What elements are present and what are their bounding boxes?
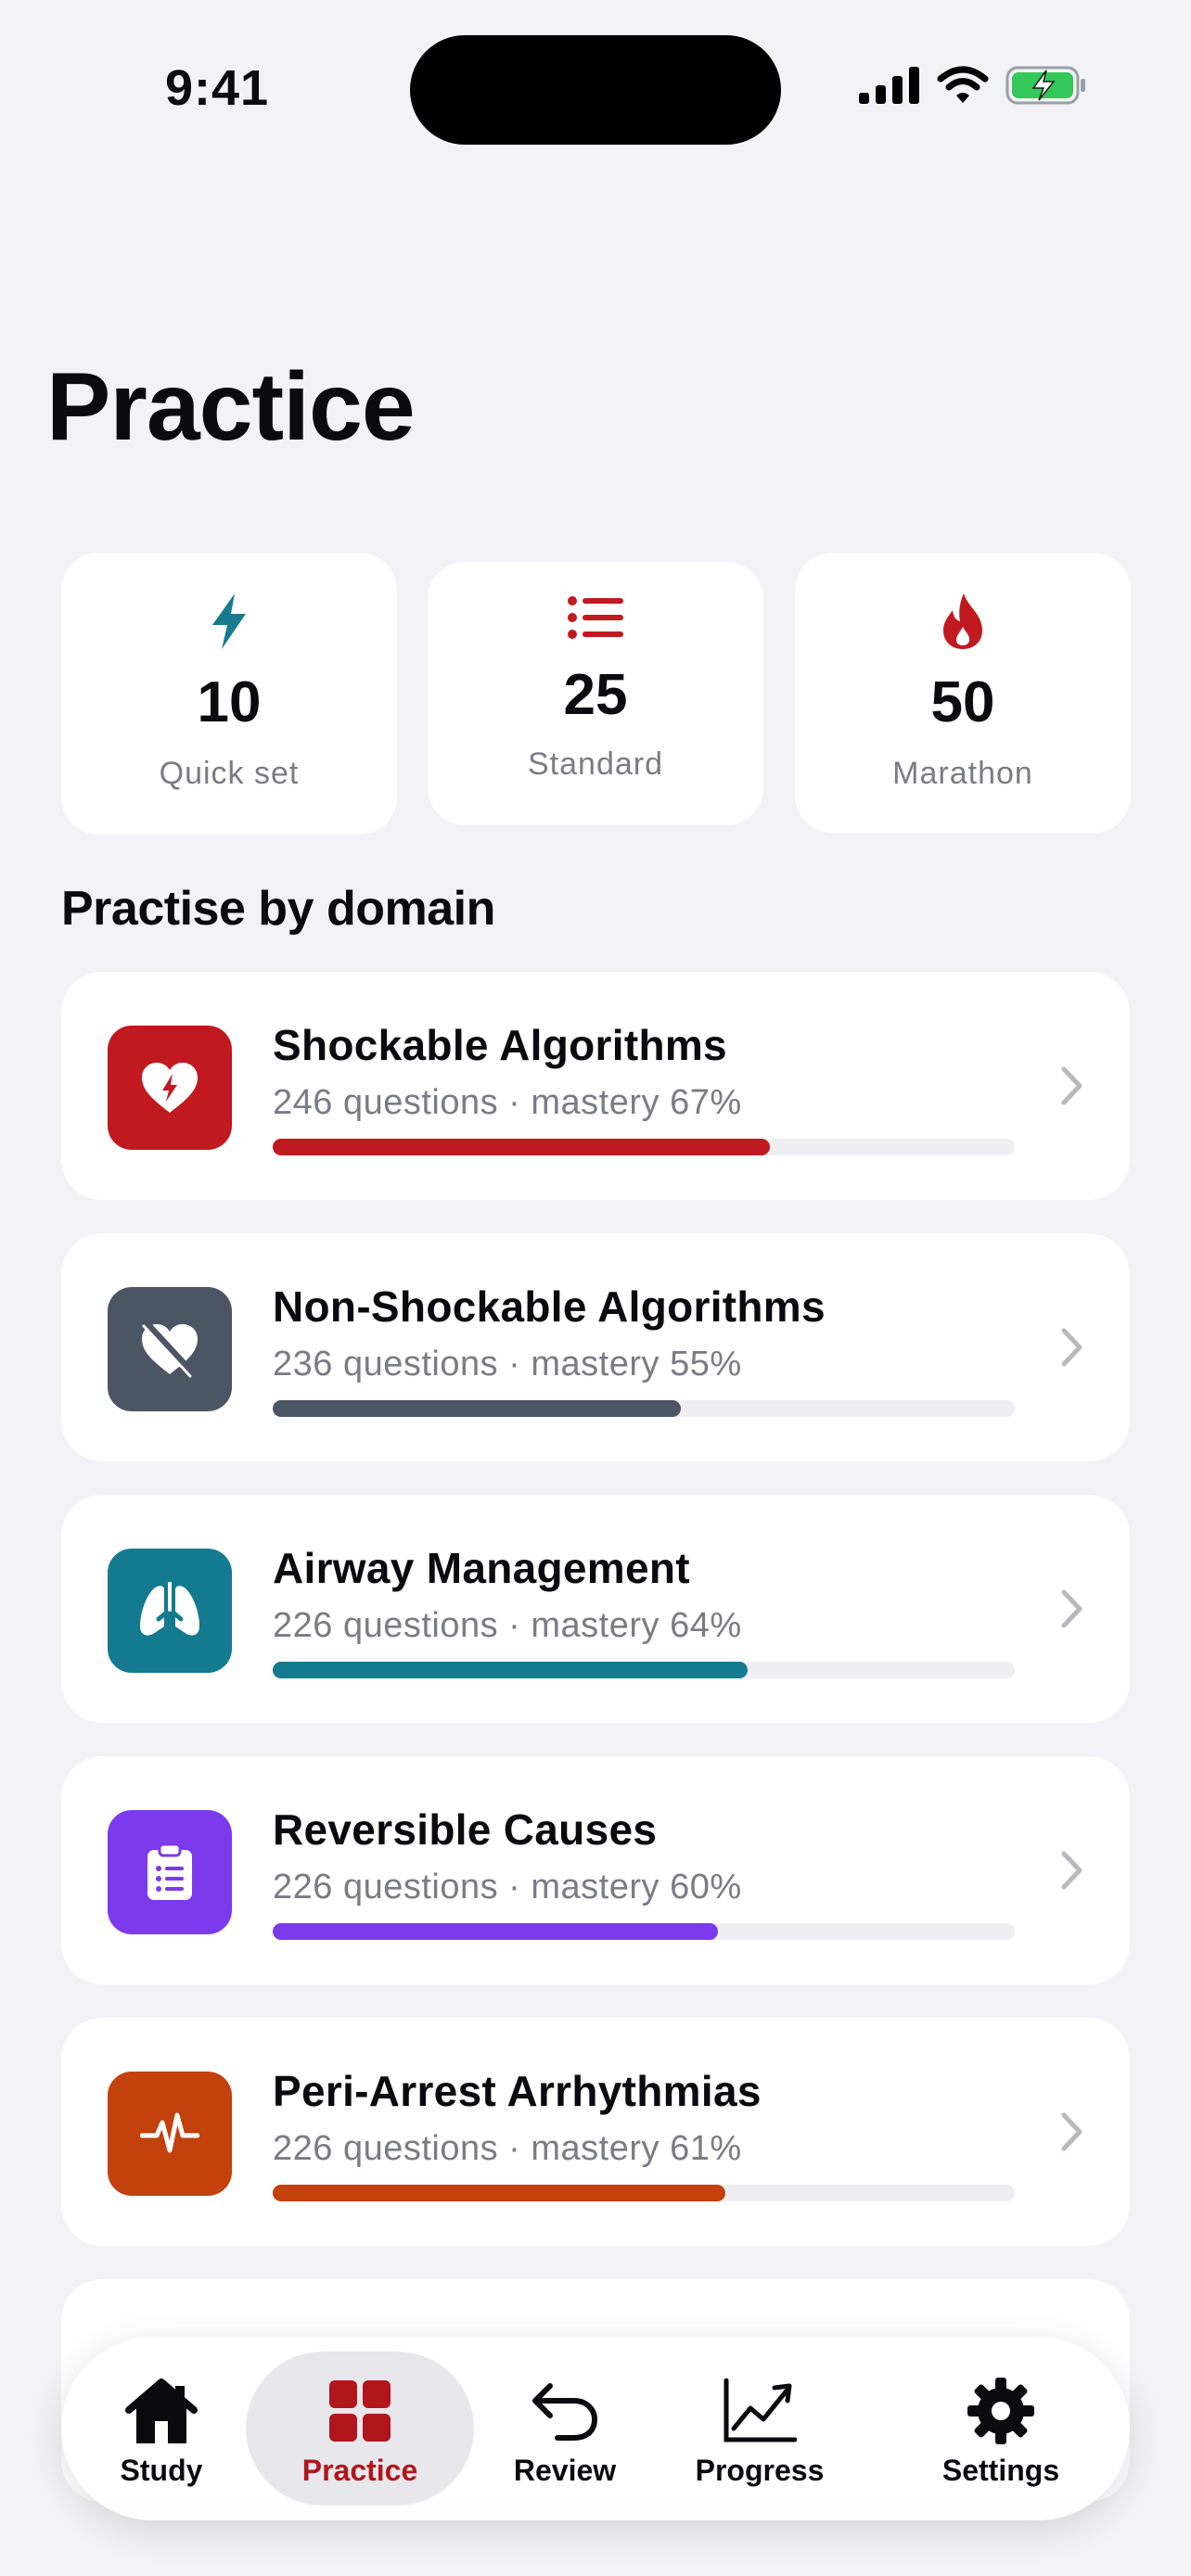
gear-icon [967, 2378, 1034, 2444]
pulse-icon [140, 2112, 199, 2153]
domain-name: Non-Shockable Algorithms [273, 1282, 826, 1331]
domain-icon-tile [108, 1287, 232, 1411]
standard-set-card[interactable]: 25 Standard [428, 562, 763, 825]
mastery-progress-fill [273, 2185, 725, 2201]
chevron-right-icon [1061, 1328, 1082, 1367]
marathon-set-card[interactable]: 50 Marathon [795, 553, 1131, 833]
quick-set-card[interactable]: 10 Quick set [61, 553, 397, 835]
dynamic-island [410, 35, 781, 145]
heart-slash-icon [142, 1320, 198, 1378]
domain-name: Airway Management [273, 1544, 690, 1592]
signal-icon [859, 67, 919, 104]
chevron-right-icon [1061, 1589, 1082, 1628]
domain-name: Reversible Causes [273, 1805, 658, 1854]
domain-card-non-shockable[interactable]: Non-Shockable Algorithms 236 questions ·… [61, 1233, 1130, 1461]
tab-label: Study [120, 2454, 203, 2487]
domain-icon-tile [108, 1549, 232, 1673]
list-icon [568, 596, 623, 639]
mastery-progress-track [273, 1400, 1015, 1417]
flame-icon [943, 593, 982, 649]
standard-set-label: Standard [528, 746, 663, 782]
marathon-set-count: 50 [930, 670, 995, 734]
domain-icon-tile [108, 1810, 232, 1934]
domain-icon-tile [108, 2072, 232, 2196]
mastery-progress-fill [273, 1400, 681, 1417]
chart-line-icon [724, 2378, 797, 2442]
quick-set-label: Quick set [159, 756, 300, 791]
status-time: 9:41 [165, 60, 270, 116]
mastery-progress-fill [273, 1923, 718, 1940]
mastery-progress-fill [273, 1662, 748, 1678]
status-icons [859, 65, 1087, 106]
mastery-progress-track [273, 1139, 1015, 1155]
heart-bolt-icon [142, 1063, 198, 1113]
tab-bar: Study Practice Review Progress Settings [61, 2337, 1130, 2520]
chevron-right-icon [1061, 1066, 1082, 1105]
domain-icon-tile [108, 1026, 232, 1150]
clipboard-icon [147, 1843, 192, 1900]
tab-study[interactable]: Study [80, 2337, 243, 2520]
domain-meta: 236 questions · mastery 55% [273, 1345, 742, 1384]
marathon-set-label: Marathon [892, 756, 1033, 791]
tab-progress[interactable]: Progress [681, 2337, 839, 2520]
domain-meta: 246 questions · mastery 67% [273, 1083, 742, 1122]
tab-label: Review [513, 2454, 617, 2487]
domain-meta: 226 questions · mastery 64% [273, 1606, 742, 1645]
domain-card-reversible-causes[interactable]: Reversible Causes 226 questions · master… [61, 1756, 1130, 1984]
chevron-right-icon [1061, 2112, 1082, 2151]
domain-card-shockable[interactable]: Shockable Algorithms 246 questions · mas… [61, 972, 1130, 1200]
lungs-icon [140, 1582, 199, 1636]
bolt-icon [212, 593, 246, 649]
tab-practice[interactable]: Practice [246, 2337, 474, 2520]
domain-card-airway[interactable]: Airway Management 226 questions · master… [61, 1495, 1130, 1723]
undo-arrow-icon [532, 2383, 598, 2441]
tab-label: Settings [941, 2454, 1060, 2487]
wifi-icon [937, 66, 989, 103]
domain-name: Peri-Arrest Arrhythmias [273, 2067, 762, 2115]
battery-charging-icon [1005, 66, 1085, 105]
mastery-progress-fill [273, 1139, 770, 1155]
mastery-progress-track [273, 1923, 1015, 1940]
standard-set-count: 25 [563, 663, 628, 727]
tab-settings[interactable]: Settings [922, 2337, 1080, 2520]
chevron-right-icon [1061, 1851, 1082, 1890]
quick-set-count: 10 [197, 670, 262, 734]
tab-label: Progress [695, 2454, 825, 2487]
house-icon [125, 2378, 198, 2443]
section-title: Practise by domain [61, 882, 495, 936]
page-title: Practice [46, 353, 416, 461]
domain-card-peri-arrest[interactable]: Peri-Arrest Arrhythmias 226 questions · … [61, 2018, 1130, 2246]
tab-review[interactable]: Review [495, 2337, 634, 2520]
tab-label: Practice [301, 2454, 418, 2487]
domain-meta: 226 questions · mastery 61% [273, 2129, 742, 2168]
mastery-progress-track [273, 2185, 1015, 2201]
mastery-progress-track [273, 1662, 1015, 1678]
grid-icon [329, 2380, 391, 2442]
domain-name: Shockable Algorithms [273, 1021, 727, 1069]
domain-meta: 226 questions · mastery 60% [273, 1868, 742, 1906]
